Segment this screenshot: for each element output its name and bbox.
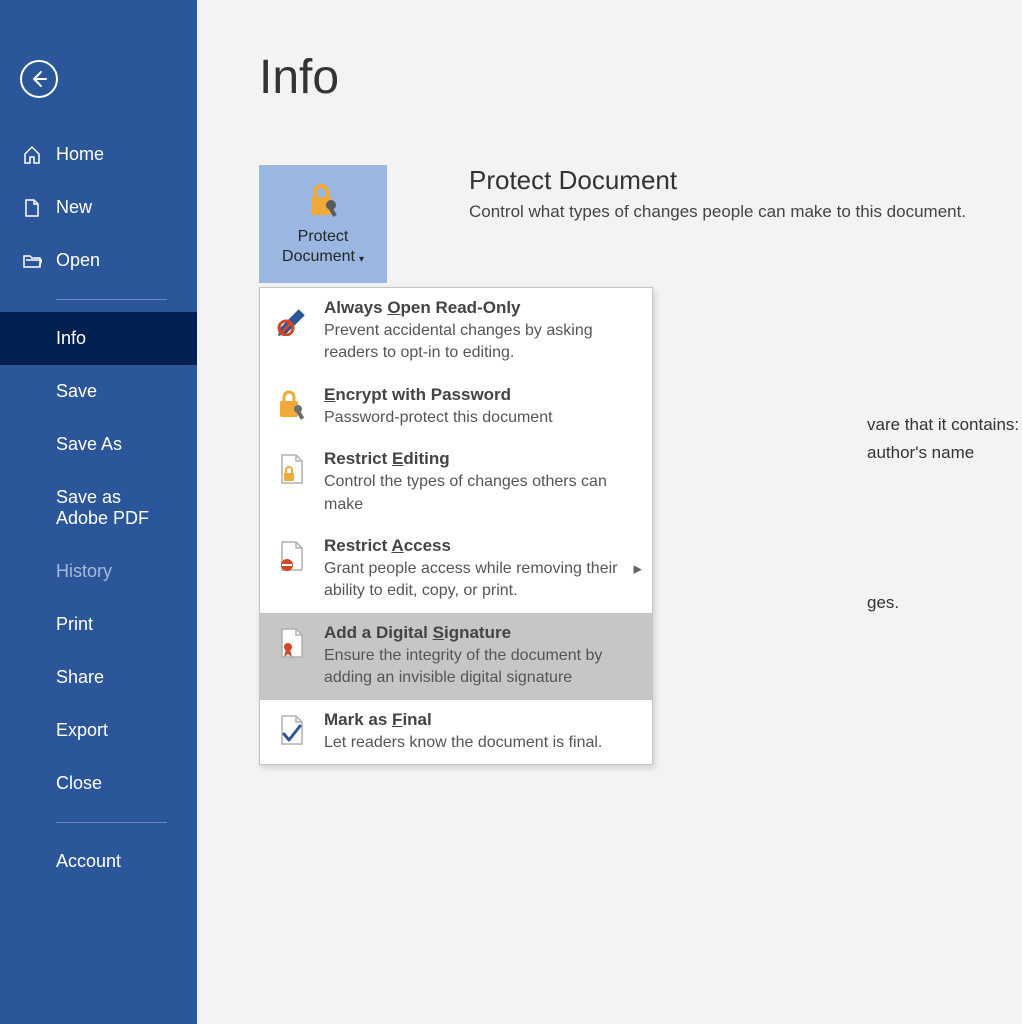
behind-text: vare that it contains: [867, 415, 1019, 435]
nav-export[interactable]: Export [0, 704, 197, 757]
nav-account[interactable]: Account [0, 835, 197, 888]
page-title: Info [259, 50, 972, 105]
nav-history[interactable]: History [0, 545, 197, 598]
dropdown-item-description: Control the types of changes others can … [324, 471, 638, 516]
dropdown-item[interactable]: Always Open Read-OnlyPrevent accidental … [260, 288, 652, 375]
dropdown-item[interactable]: Restrict EditingControl the types of cha… [260, 439, 652, 526]
dropdown-item[interactable]: Add a Digital SignatureEnsure the integr… [260, 613, 652, 700]
pencil-no-icon [274, 300, 310, 336]
nav-label: Save As [56, 434, 122, 455]
main-content: Info vare that it contains: author's nam… [197, 0, 1022, 1024]
button-label: Protect Document▾ [282, 227, 364, 267]
nav-print[interactable]: Print [0, 598, 197, 651]
nav-label: New [56, 197, 92, 218]
arrow-left-icon [29, 69, 49, 89]
nav-new[interactable]: New [0, 181, 197, 234]
nav-share[interactable]: Share [0, 651, 197, 704]
dropdown-item-title: Encrypt with Password [324, 385, 638, 405]
nav-label: Save [56, 381, 97, 402]
dropdown-item[interactable]: Mark as FinalLet readers know the docume… [260, 700, 652, 764]
home-icon [22, 145, 42, 165]
lock-key-icon [274, 387, 310, 423]
dropdown-item[interactable]: Encrypt with PasswordPassword-protect th… [260, 375, 652, 439]
nav-label: Close [56, 773, 102, 794]
dropdown-item[interactable]: Restrict AccessGrant people access while… [260, 526, 652, 613]
dropdown-item-title: Restrict Editing [324, 449, 638, 469]
nav-label: Share [56, 667, 104, 688]
nav-label: History [56, 561, 112, 582]
nav-label: Home [56, 144, 104, 165]
nav-close[interactable]: Close [0, 757, 197, 810]
section-description: Control what types of changes people can… [469, 202, 966, 222]
open-folder-icon [22, 251, 42, 271]
dropdown-item-description: Password-protect this document [324, 407, 638, 429]
nav-label: Open [56, 250, 100, 271]
backstage-sidebar: Home New Open Info Save Save As Save as … [0, 0, 197, 1024]
doc-lock-icon [274, 451, 310, 487]
dropdown-item-description: Ensure the integrity of the document by … [324, 645, 638, 690]
dropdown-item-description: Prevent accidental changes by asking rea… [324, 320, 638, 365]
nav-save-as[interactable]: Save As [0, 418, 197, 471]
new-doc-icon [22, 198, 42, 218]
nav-save[interactable]: Save [0, 365, 197, 418]
doc-final-icon [274, 712, 310, 748]
dropdown-item-description: Let readers know the document is final. [324, 732, 638, 754]
section-heading: Protect Document [469, 165, 966, 196]
submenu-arrow-icon: ▶ [634, 563, 642, 576]
protect-section: Protect Document▾ Protect Document Contr… [259, 165, 972, 283]
chevron-down-icon: ▾ [359, 254, 364, 265]
doc-ribbon-icon [274, 625, 310, 661]
nav-label: Print [56, 614, 93, 635]
dropdown-item-title: Add a Digital Signature [324, 623, 638, 643]
sidebar-divider [56, 822, 167, 823]
dropdown-item-title: Restrict Access [324, 536, 638, 556]
nav-open[interactable]: Open [0, 234, 197, 287]
nav-save-pdf[interactable]: Save as Adobe PDF [0, 471, 197, 545]
nav-info[interactable]: Info [0, 312, 197, 365]
doc-deny-icon [274, 538, 310, 574]
behind-text: author's name [867, 443, 974, 463]
lock-icon [303, 181, 343, 221]
nav-label: Account [56, 851, 121, 872]
back-button[interactable] [20, 60, 58, 98]
nav-home[interactable]: Home [0, 128, 197, 181]
behind-text: ges. [867, 593, 899, 613]
nav-label: Save as Adobe PDF [56, 487, 175, 529]
dropdown-item-description: Grant people access while removing their… [324, 558, 638, 603]
nav-label: Export [56, 720, 108, 741]
sidebar-divider [56, 299, 167, 300]
dropdown-item-title: Always Open Read-Only [324, 298, 638, 318]
protect-document-button[interactable]: Protect Document▾ [259, 165, 387, 283]
protect-dropdown-menu: Always Open Read-OnlyPrevent accidental … [259, 287, 653, 765]
nav-label: Info [56, 328, 86, 349]
dropdown-item-title: Mark as Final [324, 710, 638, 730]
protect-description: Protect Document Control what types of c… [469, 165, 966, 222]
